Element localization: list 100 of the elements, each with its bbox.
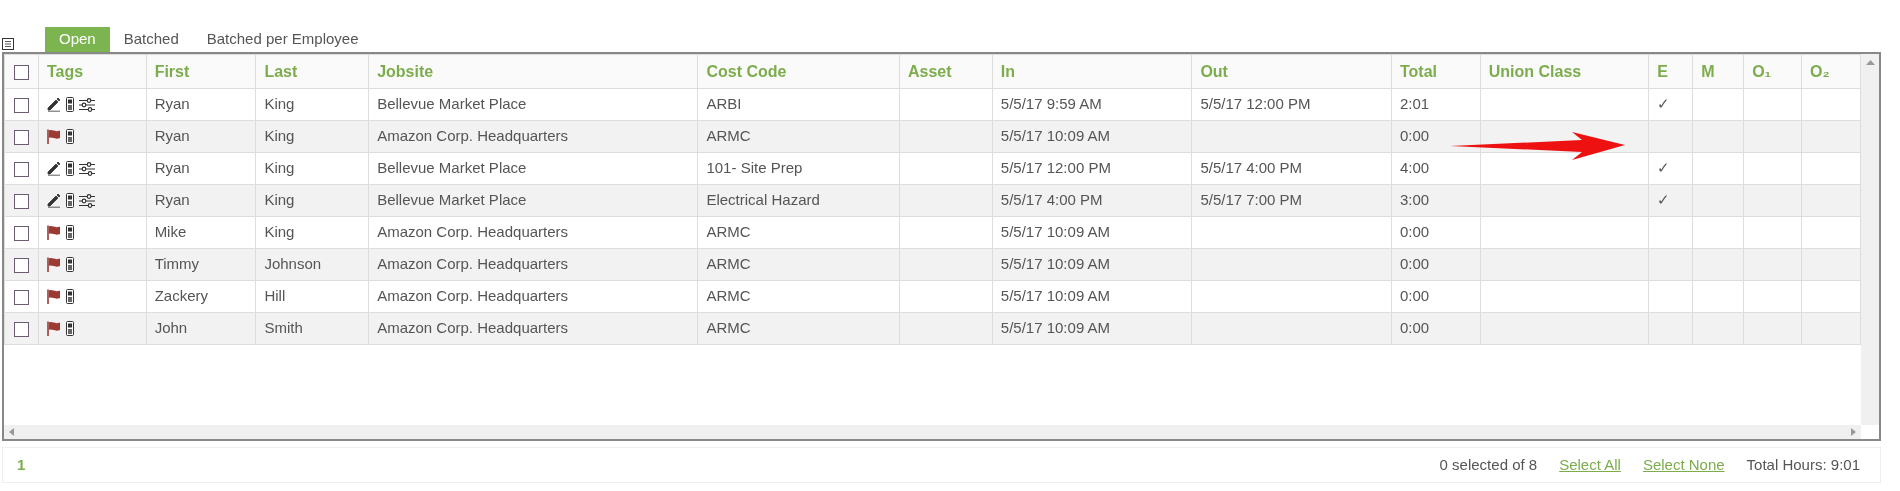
table-cell: ✓ (1657, 191, 1671, 209)
column-header[interactable]: Tags (46, 62, 84, 80)
table-cell: Zackery (154, 287, 208, 305)
flag-icon (46, 225, 61, 240)
table-cell: Amazon Corp. Headquarters (377, 287, 569, 305)
sliders-icon (78, 97, 95, 112)
table-cell: 0:00 (1399, 255, 1430, 273)
table-cell: ✓ (1657, 159, 1671, 177)
table-cell: 3:00 (1399, 191, 1430, 209)
table-cell: 0:00 (1399, 223, 1430, 241)
table-cell: ARMC (706, 255, 751, 273)
table-cell: Bellevue Market Place (377, 159, 527, 177)
table-cell: 5/5/17 10:09 AM (1000, 319, 1111, 337)
flag-icon (46, 129, 61, 144)
checkbox[interactable] (13, 193, 29, 209)
column-header[interactable]: Out (1200, 62, 1228, 80)
table-cell: Ryan (154, 127, 190, 145)
table-cell: 2:01 (1399, 95, 1430, 113)
flag-icon (46, 321, 61, 336)
table-cell: ARMC (706, 319, 751, 337)
phone-icon (65, 129, 74, 144)
table-cell: 5/5/17 10:09 AM (1000, 223, 1111, 241)
column-header[interactable]: E (1657, 62, 1669, 80)
table-cell: 5/5/17 10:09 AM (1000, 287, 1111, 305)
column-header[interactable]: First (154, 62, 190, 80)
table-cell: ARMC (706, 127, 751, 145)
table-cell: 5/5/17 12:00 PM (1200, 95, 1311, 113)
table-cell: 5/5/17 4:00 PM (1200, 159, 1303, 177)
table-cell: 101- Site Prep (706, 159, 803, 177)
phone-icon (65, 161, 74, 176)
flag-icon (46, 289, 61, 304)
select-link[interactable]: Select None (1642, 453, 1725, 477)
table-cell: Bellevue Market Place (377, 191, 527, 209)
flag-icon (46, 257, 61, 272)
table-cell: 5/5/17 4:00 PM (1000, 191, 1103, 209)
table-cell: Ryan (154, 191, 190, 209)
phone-icon (65, 289, 74, 304)
sliders-icon (78, 193, 95, 208)
table-cell: 5/5/17 7:00 PM (1200, 191, 1303, 209)
table-cell: 5/5/17 10:09 AM (1000, 255, 1111, 273)
table-cell: Amazon Corp. Headquarters (377, 223, 569, 241)
table-cell: ✓ (1657, 95, 1671, 113)
pencil-icon (46, 193, 61, 208)
tab[interactable]: Batched per Employee (192, 27, 373, 52)
checkbox[interactable] (13, 321, 29, 337)
pencil-icon (46, 161, 61, 176)
phone-icon (65, 321, 74, 336)
table-cell: King (264, 159, 295, 177)
table-cell: King (264, 223, 295, 241)
table-cell: Electrical Hazard (706, 191, 820, 209)
table-cell: John (154, 319, 188, 337)
selection-count: 0 selected of 8 (1439, 454, 1538, 475)
table-cell: Amazon Corp. Headquarters (377, 319, 569, 337)
table-cell: 5/5/17 12:00 PM (1000, 159, 1111, 177)
phone-icon (65, 97, 74, 112)
table-cell: ARMC (706, 287, 751, 305)
table-cell: Ryan (154, 95, 190, 113)
table-cell: Ryan (154, 159, 190, 177)
phone-icon (65, 257, 74, 272)
table-cell: Timmy (154, 255, 200, 273)
total-hours: Total Hours: 9:01 (1746, 454, 1860, 475)
checkbox[interactable] (13, 257, 29, 273)
table-cell: 4:00 (1399, 159, 1430, 177)
tab[interactable]: Open (45, 27, 110, 52)
pencil-icon (46, 97, 61, 112)
checkbox[interactable] (13, 225, 29, 241)
table-cell: Johnson (264, 255, 322, 273)
table-cell: King (264, 191, 295, 209)
tab[interactable]: Batched (109, 27, 193, 52)
table-cell: 0:00 (1399, 127, 1430, 145)
list-icon[interactable] (2, 38, 14, 50)
table-cell: 5/5/17 10:09 AM (1000, 127, 1111, 145)
page-number[interactable]: 1 (17, 453, 26, 477)
checkbox[interactable] (13, 129, 29, 145)
table-cell: Amazon Corp. Headquarters (377, 127, 569, 145)
phone-icon (65, 193, 74, 208)
checkbox[interactable] (13, 289, 29, 305)
table-cell: Bellevue Market Place (377, 95, 527, 113)
table-cell: King (264, 127, 295, 145)
table-cell: Smith (264, 319, 303, 337)
table-cell: Mike (154, 223, 187, 241)
table-cell: ARBI (706, 95, 742, 113)
table-cell: 5/5/17 9:59 AM (1000, 95, 1102, 113)
phone-icon (65, 225, 74, 240)
column-header[interactable]: O₁ (1752, 62, 1772, 80)
column-header[interactable]: O₂ (1810, 62, 1830, 80)
table-cell: 0:00 (1399, 319, 1430, 337)
checkbox[interactable] (13, 161, 29, 177)
table-cell: King (264, 95, 295, 113)
select-link[interactable]: Select All (1559, 453, 1621, 477)
checkbox[interactable] (13, 64, 29, 80)
table-cell: ARMC (706, 223, 751, 241)
column-header[interactable]: Jobsite (377, 62, 434, 80)
table-cell: 0:00 (1399, 287, 1430, 305)
table-cell: Hill (264, 287, 286, 305)
column-header[interactable]: M (1701, 62, 1715, 80)
checkbox[interactable] (13, 97, 29, 113)
table-cell: Amazon Corp. Headquarters (377, 255, 569, 273)
column-header[interactable]: Last (264, 62, 298, 80)
column-header[interactable]: In (1000, 62, 1016, 80)
